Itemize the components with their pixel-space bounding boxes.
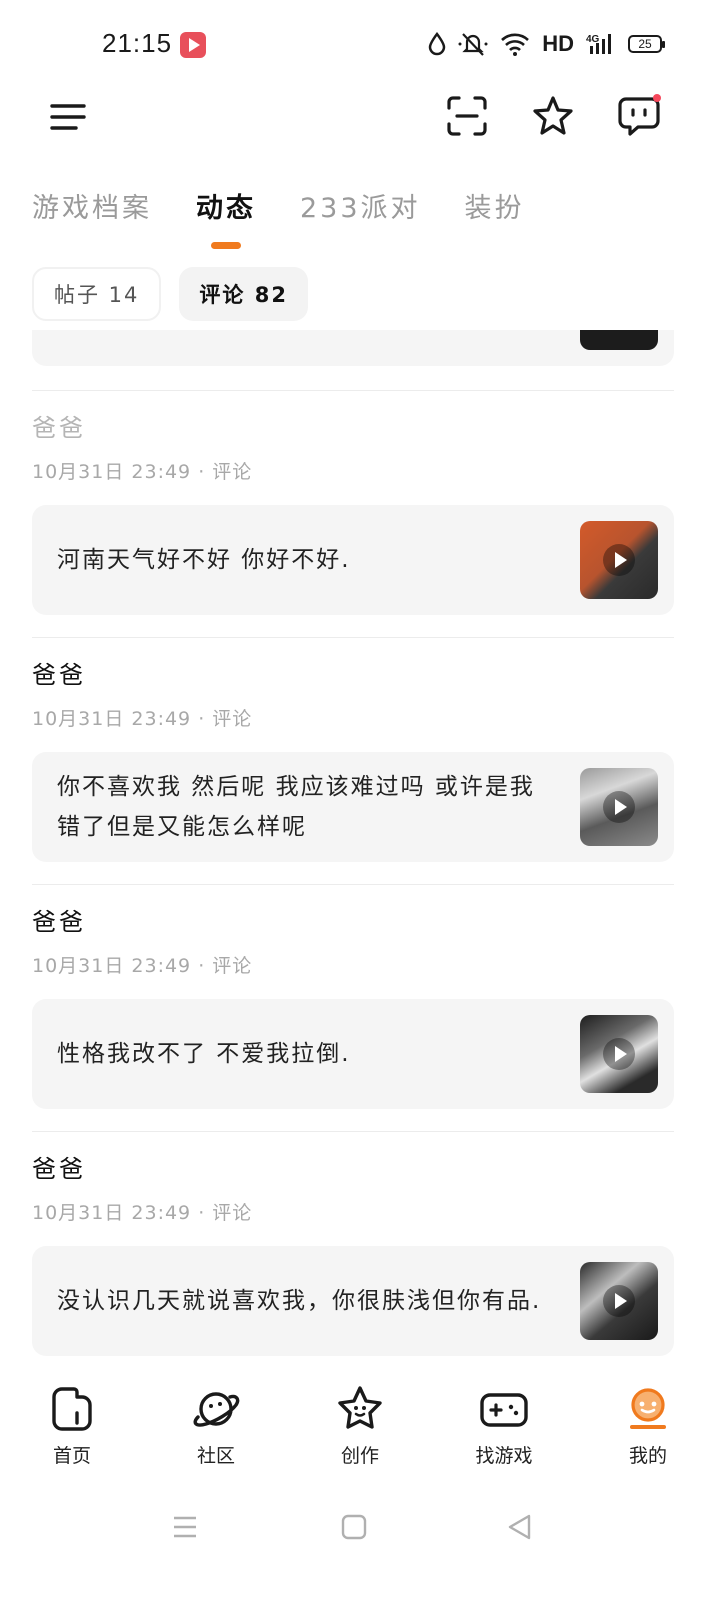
comment-text: 你不喜欢我 然后呢 我应该难过吗 或许是我错了但是又能怎么样呢: [57, 774, 535, 840]
video-app-icon: [180, 32, 206, 58]
play-icon: [603, 544, 635, 576]
comment-card[interactable]: 没认识几天就说喜欢我，你很肤浅但你有品.: [32, 1246, 674, 1356]
system-nav-bar: [0, 1500, 720, 1560]
divider: [32, 637, 674, 638]
menu-icon[interactable]: [50, 102, 86, 132]
star-sparkle-icon[interactable]: [531, 94, 575, 138]
top-toolbar: [0, 90, 720, 150]
chip-comments[interactable]: 评论 82: [179, 267, 308, 321]
video-thumbnail[interactable]: [580, 768, 658, 846]
comment-card[interactable]: 河南天气好不好 你好不好.: [32, 505, 674, 615]
play-icon: [603, 1285, 635, 1317]
comment-author[interactable]: 爸爸: [32, 655, 674, 691]
comment-meta: 10月31日 23:49 · 评论: [32, 955, 253, 977]
nav-label: 首页: [52, 1445, 91, 1467]
home-button-icon[interactable]: [339, 1512, 369, 1542]
signal-4g-icon: 4G: [586, 34, 611, 54]
nav-label: 创作: [340, 1445, 379, 1467]
comment-text: 没认识几天就说喜欢我，你很肤浅但你有品.: [57, 1288, 542, 1314]
wifi-icon: [501, 33, 530, 56]
status-time: 21:15: [102, 28, 173, 58]
comment-meta: 10月31日 23:49 · 评论: [32, 708, 253, 730]
bottom-nav: 首页 社区 创作 找游戏 我的: [0, 1375, 720, 1475]
comment-feed[interactable]: 爸爸 10月31日 23:49 · 评论 河南天气好不好 你好不好. 爸爸 10…: [0, 330, 720, 1360]
comment-item: 爸爸 10月31日 23:49 · 评论 河南天气好不好 你好不好.: [32, 408, 674, 615]
planet-icon: [193, 1392, 240, 1427]
play-icon: [603, 1038, 635, 1070]
nav-label: 社区: [196, 1445, 235, 1467]
comment-author[interactable]: 爸爸: [32, 902, 674, 938]
message-icon[interactable]: [618, 94, 662, 138]
nav-home[interactable]: 首页: [0, 1375, 144, 1475]
comment-author[interactable]: 爸爸: [32, 1149, 674, 1185]
profile-icon: [630, 1388, 666, 1429]
gamepad-icon: [480, 1393, 528, 1427]
chip-posts[interactable]: 帖子 14: [32, 267, 162, 321]
comment-meta: 10月31日 23:49 · 评论: [32, 1202, 253, 1224]
filter-chips: 帖子 14 评论 82: [32, 267, 308, 321]
status-icons: HD 4G 25: [428, 28, 665, 60]
tab-game-archive[interactable]: 游戏档案: [32, 186, 152, 256]
comment-item: 爸爸 10月31日 23:49 · 评论 性格我改不了 不爱我拉倒.: [32, 902, 674, 1109]
nav-community[interactable]: 社区: [144, 1375, 288, 1475]
nav-create[interactable]: 创作: [288, 1375, 432, 1475]
nav-label: 找游戏: [475, 1445, 533, 1467]
tab-dress-up[interactable]: 装扮: [465, 186, 525, 256]
comment-item: 爸爸 10月31日 23:49 · 评论 没认识几天就说喜欢我，你很肤浅但你有品…: [32, 1149, 674, 1356]
tab-233-party[interactable]: 233派对: [300, 186, 421, 256]
video-thumbnail[interactable]: [580, 521, 658, 599]
network-label: HD: [542, 31, 574, 56]
recent-apps-icon[interactable]: [170, 1512, 200, 1542]
comment-meta: 10月31日 23:49 · 评论: [32, 461, 253, 483]
nav-label: 我的: [628, 1445, 667, 1467]
home-icon: [52, 1387, 92, 1431]
comment-card[interactable]: 你不喜欢我 然后呢 我应该难过吗 或许是我错了但是又能怎么样呢: [32, 752, 674, 862]
play-icon: [603, 791, 635, 823]
back-icon[interactable]: [505, 1512, 535, 1542]
nav-find-games[interactable]: 找游戏: [432, 1375, 576, 1475]
battery-icon: 25: [628, 35, 665, 53]
comment-author[interactable]: 爸爸: [32, 408, 674, 444]
video-thumbnail[interactable]: [580, 330, 658, 350]
tab-activity[interactable]: 动态: [196, 186, 256, 256]
divider: [32, 390, 674, 391]
scan-icon[interactable]: [445, 94, 489, 138]
divider: [32, 1131, 674, 1132]
comment-item: 爸爸 10月31日 23:49 · 评论 你不喜欢我 然后呢 我应该难过吗 或许…: [32, 655, 674, 862]
star-face-icon: [338, 1386, 382, 1429]
profile-tabs: 游戏档案 动态 233派对 装扮: [32, 186, 525, 256]
previous-comment-card[interactable]: [32, 330, 674, 366]
divider: [32, 884, 674, 885]
video-thumbnail[interactable]: [580, 1262, 658, 1340]
water-drop-icon: [428, 32, 446, 56]
comment-card[interactable]: 性格我改不了 不爱我拉倒.: [32, 999, 674, 1109]
comment-text: 性格我改不了 不爱我拉倒.: [57, 1041, 351, 1067]
video-thumbnail[interactable]: [580, 1015, 658, 1093]
status-bar: 21:15 HD 4G 25: [0, 0, 720, 90]
comment-text: 河南天气好不好 你好不好.: [57, 547, 351, 573]
mute-bell-icon: [458, 33, 488, 56]
nav-mine[interactable]: 我的: [576, 1375, 720, 1475]
